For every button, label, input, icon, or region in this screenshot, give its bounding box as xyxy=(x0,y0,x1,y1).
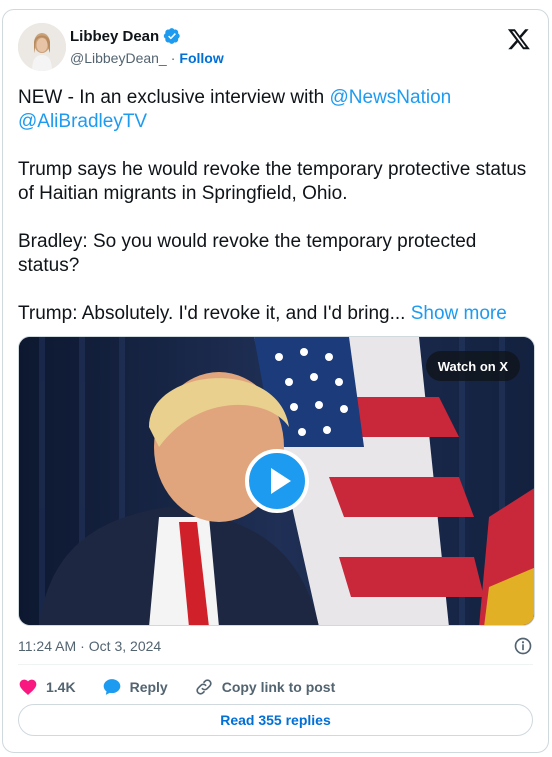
reply-button[interactable]: Reply xyxy=(102,677,168,697)
mention-alibradleytv[interactable]: @AliBradleyTV xyxy=(18,111,147,132)
verified-badge-icon xyxy=(164,28,180,44)
post-intro: NEW - In an exclusive interview with xyxy=(18,87,330,108)
handle-line: @LibbeyDean_ · Follow xyxy=(70,50,224,66)
info-icon[interactable] xyxy=(513,636,533,656)
author-name[interactable]: Libbey Dean xyxy=(70,28,159,45)
copy-link-button[interactable]: Copy link to post xyxy=(194,677,336,697)
x-logo-icon[interactable] xyxy=(507,27,531,51)
read-replies-label: Read 355 replies xyxy=(220,712,331,728)
timestamp-separator: · xyxy=(80,638,85,654)
post-text: NEW - In an exclusive interview with @Ne… xyxy=(18,86,538,326)
heart-icon xyxy=(19,679,37,695)
video-thumbnail[interactable]: Watch on X xyxy=(18,336,535,626)
copy-link-label: Copy link to post xyxy=(221,679,336,695)
watch-on-x-label: Watch on X xyxy=(437,358,508,374)
divider xyxy=(18,664,533,665)
show-more-link[interactable]: Show more xyxy=(411,303,507,324)
post-card: Libbey Dean @LibbeyDean_ · Follow NEW - … xyxy=(2,9,549,753)
timestamp-row: 11:24 AM · Oct 3, 2024 xyxy=(18,636,533,656)
post-date[interactable]: Oct 3, 2024 xyxy=(89,638,161,654)
like-button[interactable]: 1.4K xyxy=(18,677,76,697)
post-paragraph-2: Trump says he would revoke the temporary… xyxy=(18,159,527,204)
post-paragraph-4: Trump: Absolutely. I'd revoke it, and I'… xyxy=(18,303,406,324)
read-replies-button[interactable]: Read 355 replies xyxy=(18,704,533,736)
follow-button[interactable]: Follow xyxy=(179,50,223,66)
link-icon xyxy=(196,679,212,695)
reply-label: Reply xyxy=(129,679,168,695)
reply-bubble-icon xyxy=(103,679,120,695)
action-bar: 1.4K Reply Copy link to post xyxy=(18,673,335,701)
play-icon xyxy=(270,468,291,494)
author-name-line: Libbey Dean xyxy=(70,27,181,45)
author-handle[interactable]: @LibbeyDean_ xyxy=(70,50,167,66)
like-count: 1.4K xyxy=(46,679,76,695)
watch-on-x-button[interactable]: Watch on X xyxy=(425,351,520,381)
post-header: Libbey Dean @LibbeyDean_ · Follow xyxy=(18,23,533,73)
mention-newsnation[interactable]: @NewsNation xyxy=(330,87,452,108)
avatar[interactable] xyxy=(18,23,66,71)
handle-separator: · xyxy=(170,50,176,66)
post-paragraph-3: Bradley: So you would revoke the tempora… xyxy=(18,231,477,276)
play-button[interactable] xyxy=(244,449,309,513)
post-time[interactable]: 11:24 AM xyxy=(18,638,76,654)
